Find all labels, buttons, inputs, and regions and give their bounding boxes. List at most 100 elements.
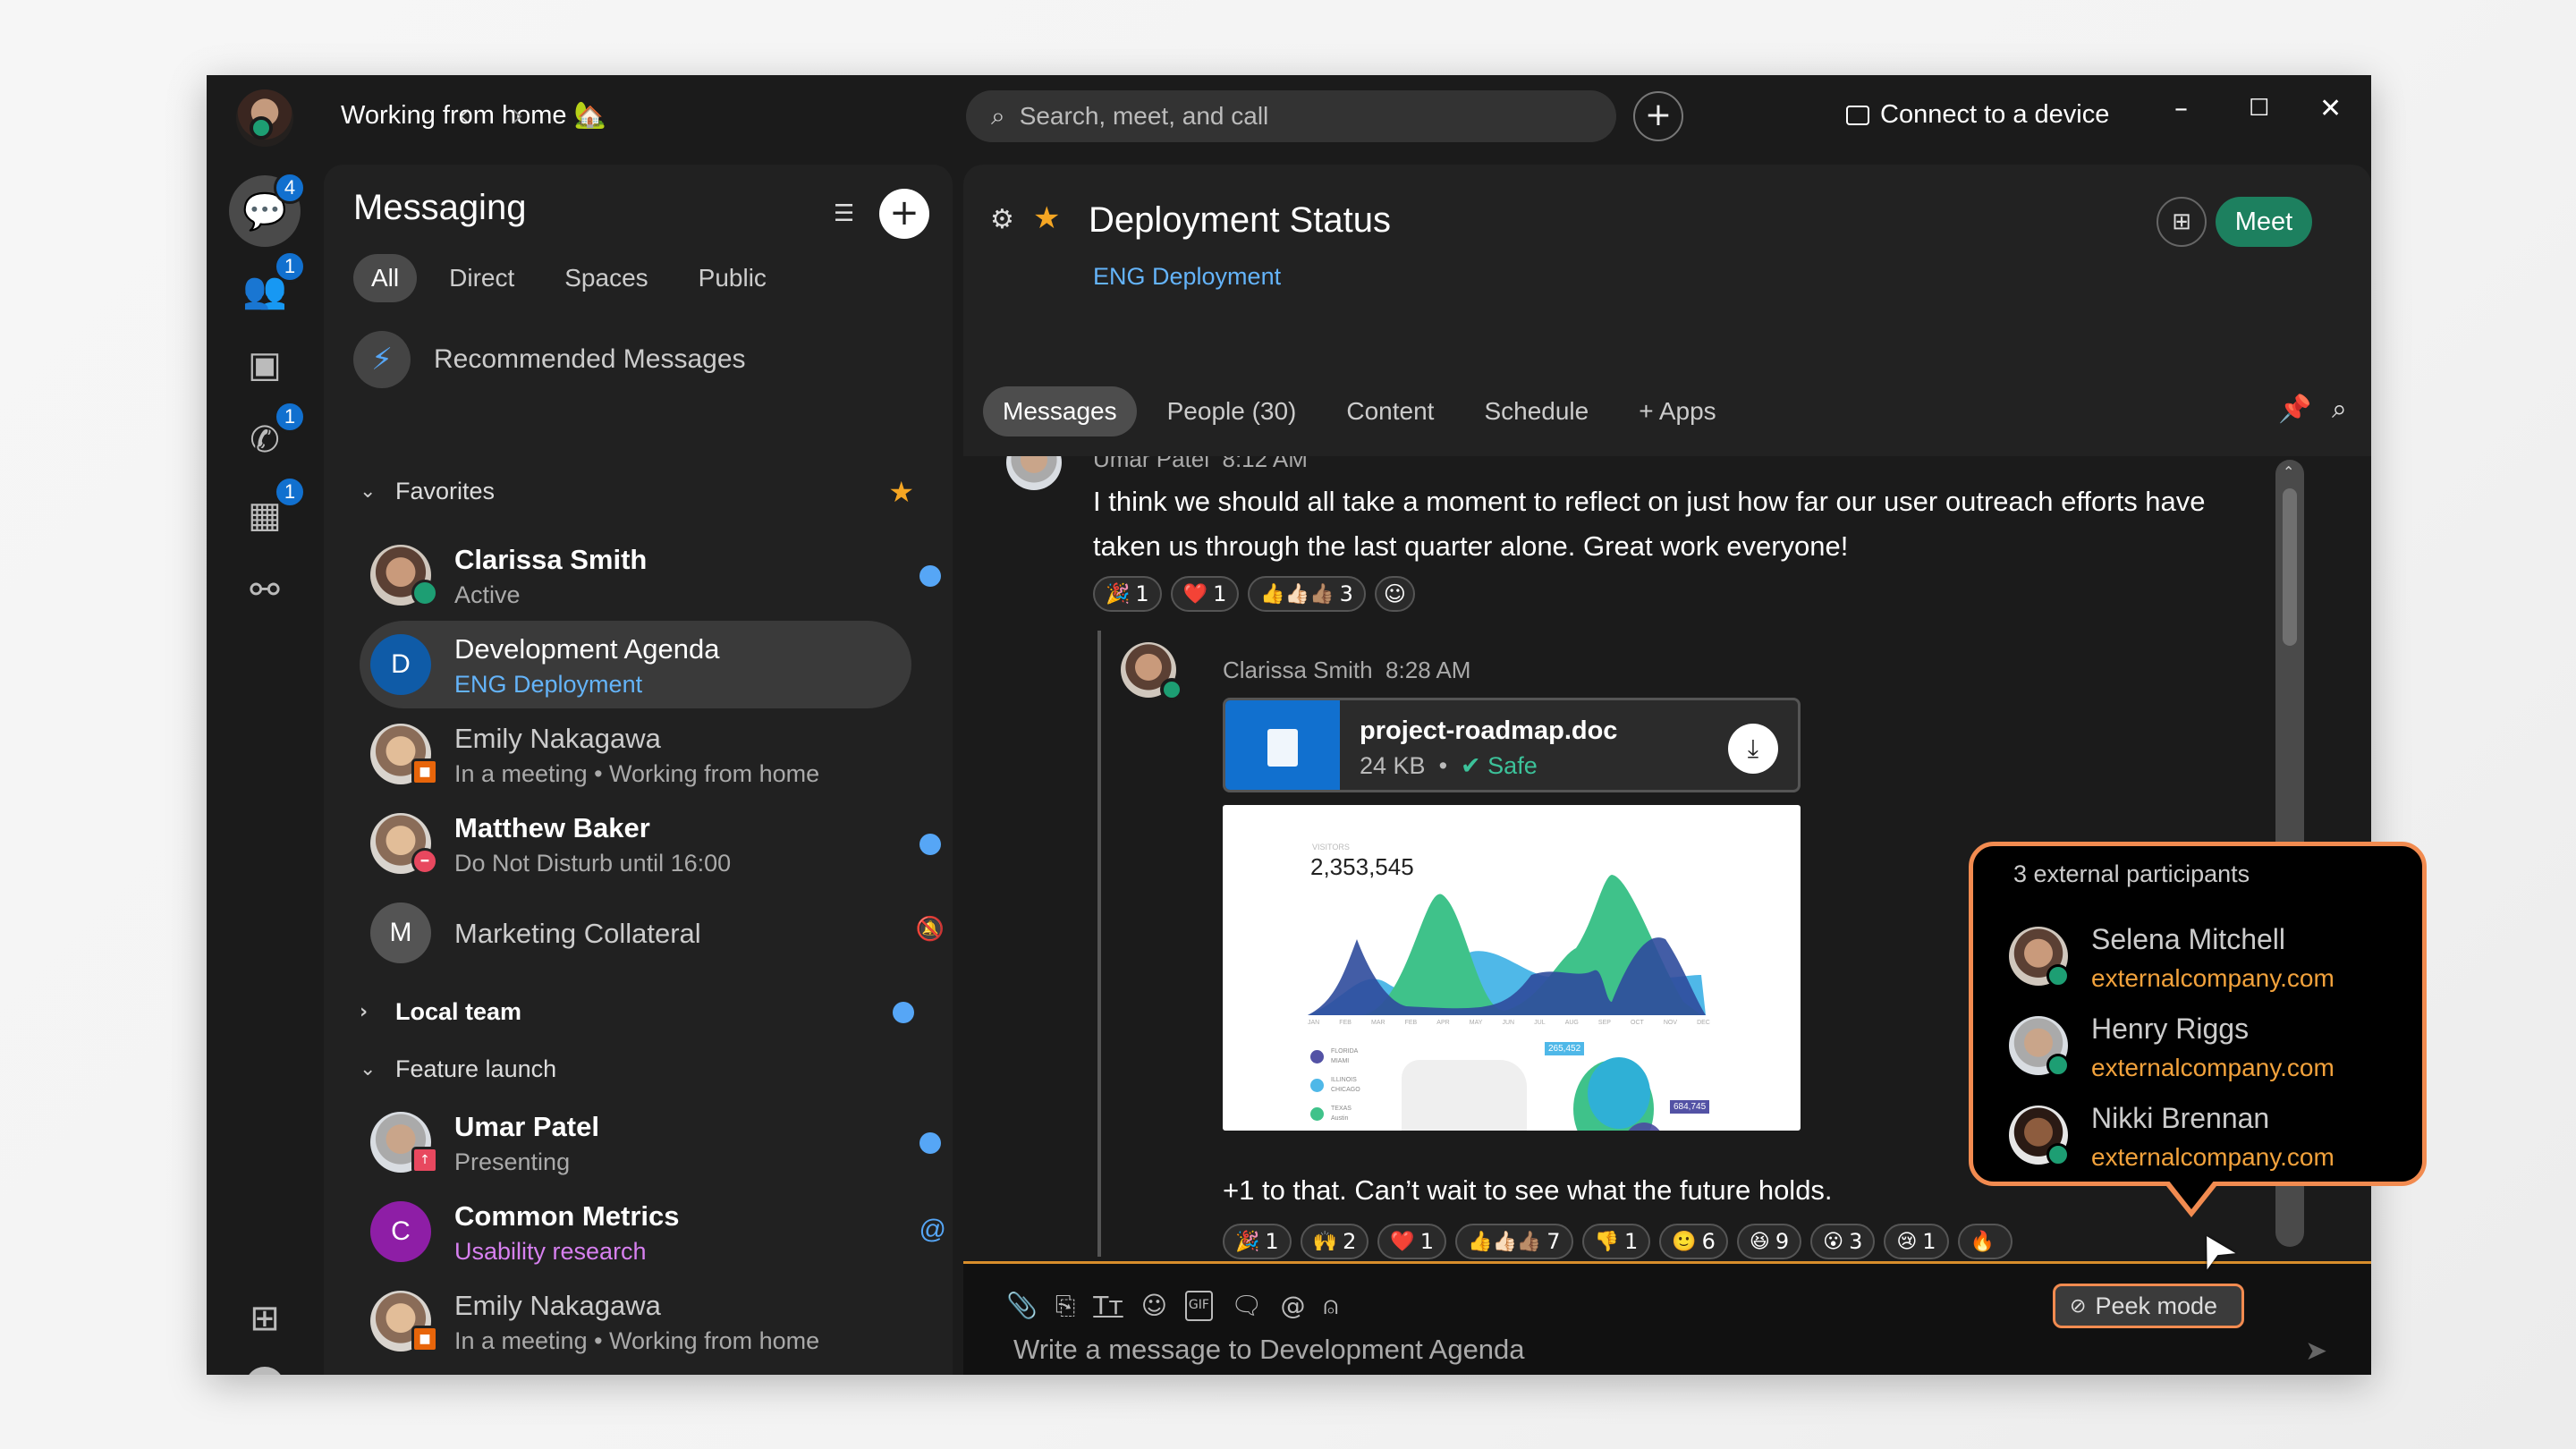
add-to-calendar-button[interactable]: ⊞ — [2157, 197, 2207, 247]
unread-badge: 1 — [274, 250, 306, 283]
chevron-up-icon[interactable]: ⌃ — [2283, 463, 2294, 480]
screenshot-icon[interactable]: ⎘ — [1055, 1291, 1075, 1321]
add-apps-button[interactable]: ⊞ — [229, 1283, 301, 1354]
download-button[interactable]: ⤓ — [1728, 724, 1778, 774]
list-item[interactable]: ✆ Darren Owens In a call • Working from … — [360, 1367, 932, 1375]
rail-meetings[interactable]: ▦ 1 — [229, 476, 306, 551]
tab-schedule[interactable]: Schedule — [1464, 386, 1608, 436]
filter-spaces[interactable]: Spaces — [547, 254, 665, 302]
list-item[interactable]: M Marketing Collateral 🔕 — [360, 889, 945, 977]
settings-gear-icon[interactable]: ⚙ — [990, 204, 1014, 235]
new-action-button[interactable]: + — [1633, 91, 1683, 141]
reaction-chip[interactable]: 🙂 6 — [1659, 1224, 1728, 1259]
reaction-chip[interactable]: ❤️ 1 — [1377, 1224, 1447, 1259]
rail-calling[interactable]: ✆ 1 — [229, 401, 306, 476]
list-item[interactable]: ■ Emily Nakagawa In a meeting • Working … — [360, 1277, 932, 1365]
help-button[interactable]: ? — [229, 1360, 301, 1375]
tab-messages[interactable]: Messages — [983, 386, 1137, 436]
conversation-list-panel: Messaging ☰ + All Direct Spaces Public ⚡… — [324, 165, 1147, 1375]
list-item-selected[interactable]: D Development Agenda ENG Deployment — [360, 621, 911, 708]
rail-connections[interactable]: ⚯ — [229, 555, 301, 626]
file-attachment[interactable]: project-roadmap.doc 24 KB • ✔ Safe ⤓ — [1223, 698, 1801, 792]
new-message-button[interactable]: + — [879, 189, 929, 239]
list-item[interactable]: ↑ Umar Patel Presenting — [360, 1098, 941, 1186]
reaction-chip[interactable]: 🙌 2 — [1300, 1224, 1369, 1259]
status-message[interactable]: Working from home 🏡 — [341, 100, 606, 131]
send-icon: ➤ — [2305, 1335, 2328, 1367]
slash-command-icon[interactable]: ⍝ — [1323, 1291, 1338, 1321]
reaction-chip[interactable]: 👍👍🏻👍🏽 7 — [1455, 1224, 1573, 1259]
reaction-chip[interactable]: 😆 9 — [1736, 1224, 1802, 1259]
format-text-icon[interactable]: Tт — [1093, 1291, 1123, 1321]
rail-contacts[interactable]: ▣ — [229, 329, 301, 401]
list-item[interactable]: ━ Matthew Baker Do Not Disturb until 16:… — [360, 800, 941, 887]
filter-all[interactable]: All — [353, 254, 418, 302]
pin-icon[interactable]: 📌 — [2278, 394, 2311, 425]
rail-messaging[interactable]: 💬 4 — [229, 172, 306, 247]
document-icon — [1225, 700, 1340, 790]
shared-image[interactable]: VISITORS 2,353,545 JAN FEB MAR FEB APR MAY JUN… — [1223, 805, 1801, 1131]
message-input[interactable]: Write a message to Development Agenda — [1013, 1334, 1525, 1366]
popover-heading: 3 external participants — [2013, 860, 2250, 887]
recommended-messages[interactable]: ⚡ Recommended Messages — [353, 331, 746, 388]
section-favorites[interactable]: ⌄ Favorites ★ — [360, 475, 914, 509]
muted-bell-icon: 🔕 — [915, 916, 945, 943]
list-item[interactable]: C Common Metrics Usability research @ — [360, 1188, 946, 1275]
list-item[interactable]: ■ Emily Nakagawa In a meeting • Working … — [360, 710, 932, 798]
scroll-thumb[interactable] — [2283, 488, 2297, 646]
minimize-button[interactable]: – — [2174, 93, 2188, 124]
search-icon[interactable]: ⌕ — [2332, 394, 2347, 425]
favorite-star-icon[interactable]: ★ — [1033, 200, 1060, 236]
tab-apps[interactable]: + Apps — [1619, 386, 1735, 436]
tab-content[interactable]: Content — [1326, 386, 1453, 436]
close-button[interactable]: ✕ — [2319, 93, 2342, 124]
contacts-icon: ▣ — [248, 344, 282, 386]
forward-button[interactable]: › — [511, 95, 525, 136]
list-item[interactable]: Clarissa Smith Active — [360, 531, 941, 619]
connect-device-button[interactable]: Connect to a device — [1846, 100, 2109, 130]
reaction-chip[interactable]: 😢 1 — [1884, 1224, 1949, 1259]
unread-dot — [919, 834, 941, 855]
reaction-chip[interactable]: 😮 3 — [1810, 1224, 1876, 1259]
chevron-right-icon: › — [360, 1001, 369, 1023]
tab-people[interactable]: People (30) — [1148, 386, 1317, 436]
add-reaction-button[interactable]: ☺ — [1374, 576, 1415, 612]
reaction-chip[interactable]: 🔥 — [1957, 1224, 2012, 1259]
participant[interactable]: Selena Mitchell externalcompany.com — [2009, 923, 2402, 1016]
safe-check-icon: ✔ — [1461, 752, 1481, 779]
reaction-chip[interactable]: 👎 1 — [1581, 1224, 1651, 1259]
download-icon: ⤓ — [1747, 733, 1759, 763]
team-link[interactable]: ENG Deployment — [1093, 263, 1281, 291]
section-local-team[interactable]: › Local team — [360, 998, 914, 1026]
area-chart-graphic — [1308, 875, 1706, 1015]
device-icon — [1846, 105, 1869, 125]
gif-icon[interactable]: GIF — [1184, 1291, 1213, 1321]
participant[interactable]: Henry Riggs externalcompany.com — [2009, 1013, 2402, 1106]
avatar: M — [370, 902, 431, 963]
sticker-icon[interactable]: 🗨 — [1231, 1291, 1263, 1321]
reaction-chip[interactable]: 🎉 1 — [1093, 576, 1162, 612]
send-button[interactable]: ➤ — [2305, 1335, 2327, 1367]
filter-icon[interactable]: ☰ — [834, 200, 854, 227]
rail-teams[interactable]: 👥 1 — [229, 250, 306, 326]
attach-icon[interactable]: 📎 — [1006, 1291, 1038, 1321]
peek-mode-button[interactable]: ⊘ Peek mode — [2053, 1284, 2244, 1328]
emoji-icon[interactable]: ☺ — [1141, 1291, 1167, 1321]
filter-direct[interactable]: Direct — [431, 254, 532, 302]
section-feature-launch[interactable]: ⌄ Feature launch — [360, 1055, 896, 1083]
reactions: 🎉 1 ❤️ 1 👍👍🏻👍🏽 3 ☺ — [1093, 576, 1415, 612]
reaction-chip[interactable]: ❤️ 1 — [1170, 576, 1240, 612]
video-camera-icon: ■ — [411, 1326, 438, 1352]
avatar: D — [370, 634, 431, 695]
presence-active-icon — [1160, 678, 1183, 701]
avatar: C — [370, 1201, 431, 1262]
filter-public[interactable]: Public — [681, 254, 784, 302]
reaction-chip[interactable]: 🎉 1 — [1223, 1224, 1292, 1259]
thread-line — [1097, 631, 1101, 1257]
mention-icon[interactable]: @ — [1280, 1291, 1305, 1321]
reaction-chip[interactable]: 👍👍🏻👍🏽 3 — [1248, 576, 1366, 612]
maximize-button[interactable]: ☐ — [2249, 95, 2269, 122]
search-input[interactable]: ⌕ Search, meet, and call — [966, 90, 1616, 142]
meet-button[interactable]: Meet — [2216, 197, 2312, 247]
back-button[interactable]: ‹ — [457, 95, 471, 136]
